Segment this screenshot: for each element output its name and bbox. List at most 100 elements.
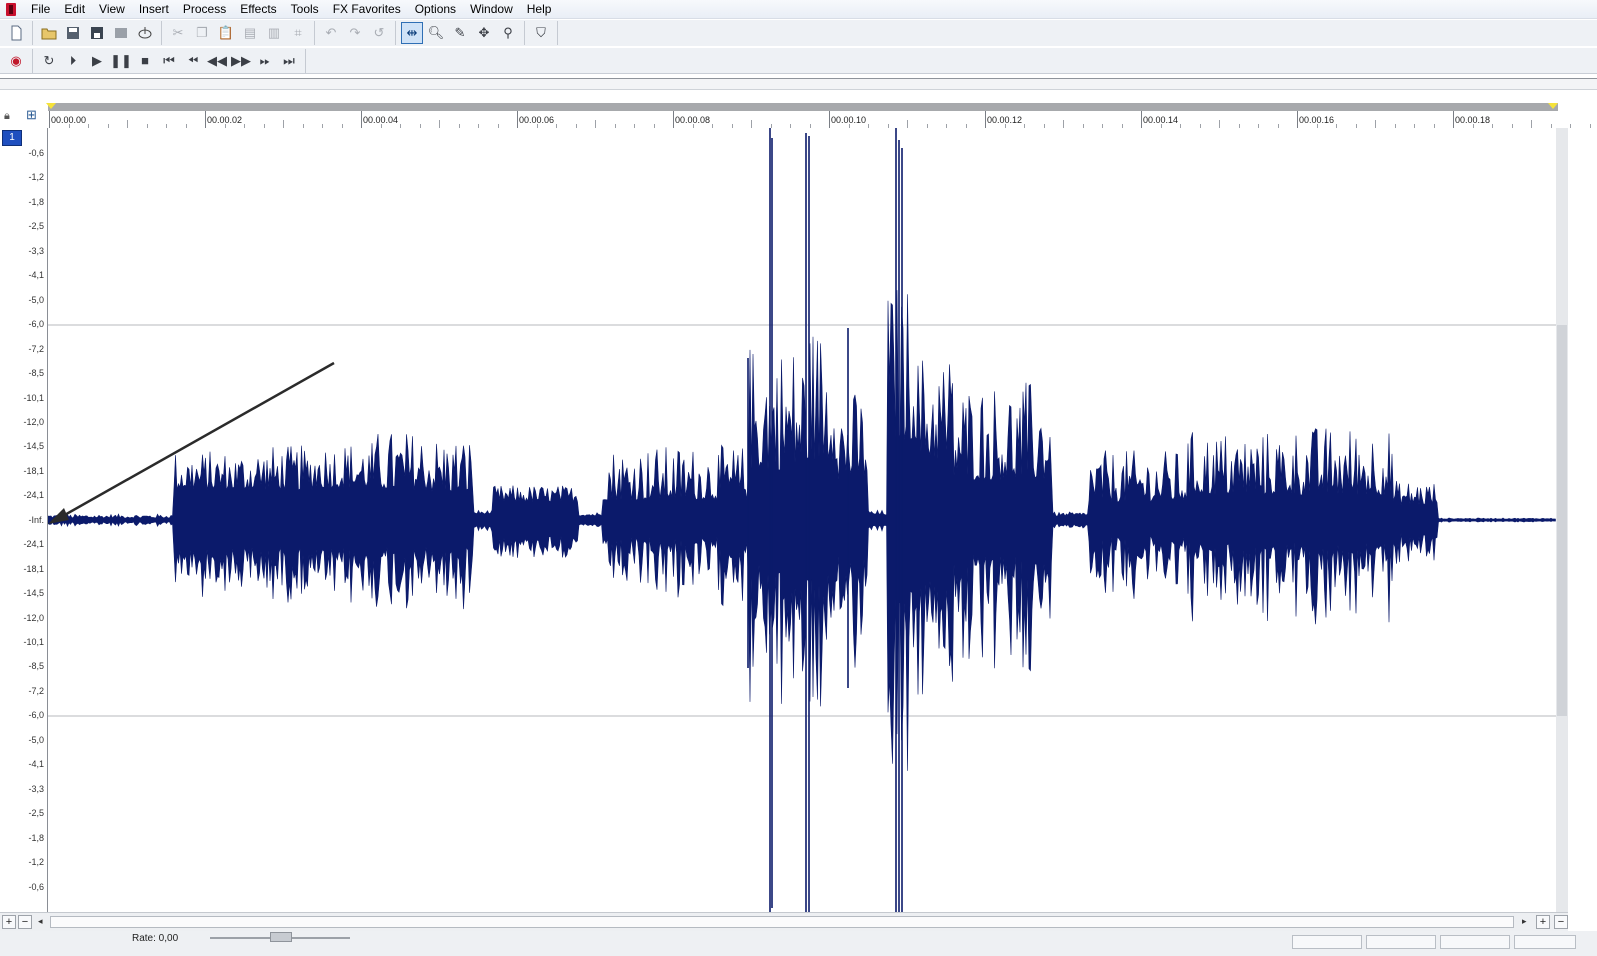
copy-icon[interactable]: ❐ [191, 22, 213, 44]
record-icon[interactable]: ◉ [5, 50, 27, 72]
fast-forward-icon[interactable]: ▶▶ [230, 50, 252, 72]
db-scale-label: -1,2 [28, 172, 44, 183]
menu-view[interactable]: View [92, 0, 132, 18]
db-scale-label: -24,1 [23, 490, 44, 501]
undo-group: ↶ ↷ ↺ [319, 21, 396, 45]
stop-icon[interactable]: ■ [134, 50, 156, 72]
menu-process[interactable]: Process [176, 0, 233, 18]
paste-icon[interactable]: 📋 [215, 22, 237, 44]
db-scale-label: -14,5 [23, 588, 44, 599]
ruler-minor-tick [1589, 124, 1591, 128]
db-scale-label: -1,8 [28, 196, 44, 207]
overview-bar[interactable] [0, 78, 1597, 90]
end-marker-icon[interactable] [1548, 103, 1558, 109]
vertical-scroll-thumb[interactable] [1557, 325, 1567, 716]
save-as-icon[interactable] [86, 22, 108, 44]
go-to-start-icon[interactable]: ⏮︎ [158, 50, 180, 72]
event-tool-icon[interactable]: ⚲ [497, 22, 519, 44]
crop-icon[interactable]: ⌗ [287, 22, 309, 44]
scroll-right-icon[interactable]: ▸ [1522, 916, 1527, 927]
mix-icon[interactable]: ▥ [263, 22, 285, 44]
menu-options[interactable]: Options [408, 0, 463, 18]
zoom-out-level-icon[interactable]: − [1554, 915, 1568, 929]
new-file-icon[interactable] [5, 22, 27, 44]
magnify-tool-icon[interactable]: 🔍︎ [425, 22, 447, 44]
start-marker-icon[interactable] [46, 103, 56, 109]
zoom-out-time-icon[interactable]: − [18, 915, 32, 929]
play-all-icon[interactable]: ⏵︎ [62, 50, 84, 72]
transport-group: ↻ ⏵︎ ▶ ❚❚ ■ ⏮︎ ⏪︎ ◀◀ ▶▶ ⏩︎ ⏭︎ [37, 48, 306, 73]
db-scale-label: -2,5 [28, 221, 44, 232]
cut-icon[interactable]: ✂ [167, 22, 189, 44]
status-field-3 [1440, 935, 1510, 949]
pause-icon[interactable]: ❚❚ [110, 50, 132, 72]
db-scale-label: -Inf. [28, 514, 44, 525]
ruler-minor-tick [439, 120, 440, 128]
zoom-in-time-icon[interactable]: + [2, 915, 16, 929]
waveform-view[interactable] [48, 128, 1556, 912]
app-icon[interactable] [6, 2, 16, 16]
fit-view-icon[interactable]: ⊞ [26, 107, 44, 125]
menu-effects[interactable]: Effects [233, 0, 283, 18]
db-scale-label: -1,2 [28, 857, 44, 868]
loop-icon[interactable]: ↻ [38, 50, 60, 72]
zoom-in-level-icon[interactable]: + [1536, 915, 1550, 929]
ruler-minor-tick [1063, 120, 1064, 128]
ruler-minor-tick [907, 120, 908, 128]
save-icon[interactable] [62, 22, 84, 44]
undo-icon[interactable]: ↶ [320, 22, 342, 44]
menu-fx-favorites[interactable]: FX Favorites [326, 0, 408, 18]
lock-icon[interactable]: 🔒︎ [4, 110, 10, 123]
channel-badge[interactable]: 1 [2, 130, 22, 146]
play-icon[interactable]: ▶ [86, 50, 108, 72]
document-group [37, 21, 162, 45]
open-file-icon[interactable] [38, 22, 60, 44]
menu-insert[interactable]: Insert [132, 0, 176, 18]
previous-marker-icon[interactable]: ⏪︎ [182, 50, 204, 72]
horizontal-scroll-thumb[interactable] [50, 916, 1514, 928]
next-marker-icon[interactable]: ⏩︎ [254, 50, 276, 72]
ruler-minor-tick [751, 120, 752, 128]
db-scale-label: -4,1 [28, 270, 44, 281]
menu-tools[interactable]: Tools [284, 0, 326, 18]
pencil-tool-icon[interactable]: ✎ [449, 22, 471, 44]
snap-icon[interactable]: ⛉ [530, 22, 552, 44]
render-icon[interactable] [110, 22, 132, 44]
scroll-left-icon[interactable]: ◂ [38, 916, 43, 927]
menu-window[interactable]: Window [463, 0, 520, 18]
horizontal-scrollbar: + − ◂ ▸ + − [0, 912, 1568, 931]
menu-bar: File Edit View Insert Process Effects To… [0, 0, 1597, 19]
edit-group: ✂ ❐ 📋 ▤ ▥ ⌗ [166, 21, 315, 45]
db-scale-label: -8,5 [28, 661, 44, 672]
db-scale-label: -5,0 [28, 294, 44, 305]
menu-help[interactable]: Help [520, 0, 559, 18]
paste-special-icon[interactable]: ▤ [239, 22, 261, 44]
envelope-tool-icon[interactable]: ✥ [473, 22, 495, 44]
ruler-minor-tick [1375, 120, 1376, 128]
db-scale-label: -3,3 [28, 245, 44, 256]
rewind-icon[interactable]: ◀◀ [206, 50, 228, 72]
vertical-scrollbar[interactable] [1556, 128, 1568, 912]
redo-icon[interactable]: ↷ [344, 22, 366, 44]
waveform[interactable] [48, 128, 1556, 912]
edit-tool-icon[interactable]: ⇹ [401, 22, 423, 44]
rate-label: Rate: 0,00 [132, 933, 179, 944]
snap-group: ⛉ [529, 21, 558, 45]
db-scale-label: -10,1 [23, 637, 44, 647]
properties-icon[interactable] [134, 22, 156, 44]
file-group [4, 21, 33, 45]
db-scale-label: -2,5 [28, 808, 44, 819]
transport-toolbar: ◉ ↻ ⏵︎ ▶ ❚❚ ■ ⏮︎ ⏪︎ ◀◀ ▶▶ ⏩︎ ⏭︎ [0, 48, 1597, 74]
status-bar: Rate: 0,00 [0, 931, 1597, 956]
db-scale-label: -7,2 [28, 685, 44, 696]
repeat-icon[interactable]: ↺ [368, 22, 390, 44]
ruler-minor-tick [1570, 124, 1571, 128]
db-scale-label: -0,6 [28, 881, 44, 892]
menu-file[interactable]: File [24, 0, 57, 18]
db-scale-label: -6,0 [28, 710, 44, 721]
rate-slider-knob[interactable] [270, 932, 292, 942]
time-ruler[interactable]: 00.00.00 00.00.02 00.00.04 00.00.06 00.00.08… [48, 111, 1591, 129]
scrub-bar[interactable] [46, 103, 1558, 111]
go-to-end-icon[interactable]: ⏭︎ [278, 50, 300, 72]
menu-edit[interactable]: Edit [57, 0, 92, 18]
